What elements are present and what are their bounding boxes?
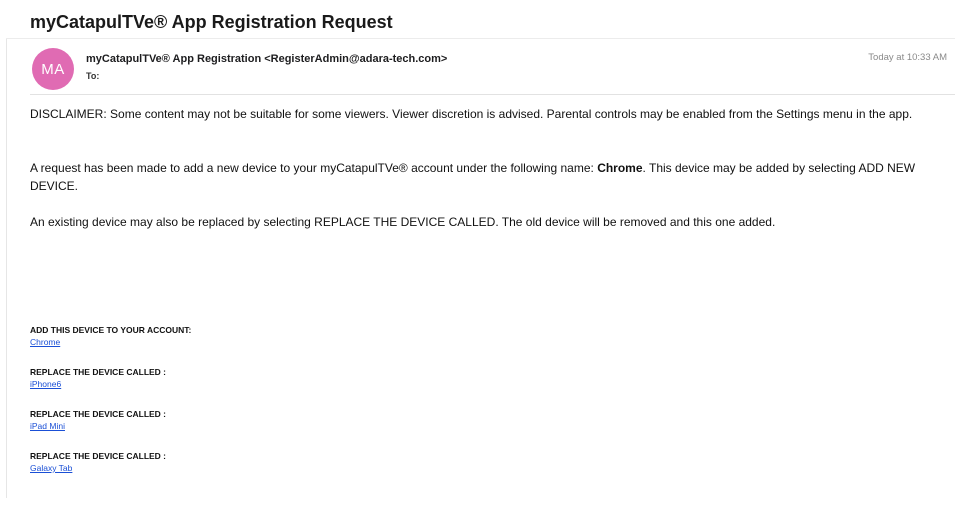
replace-device-label: REPLACE THE DEVICE CALLED : <box>30 367 167 377</box>
replace-device-section: REPLACE THE DEVICE CALLED : Galaxy Tab <box>30 450 166 474</box>
replace-paragraph: An existing device may also be replaced … <box>30 215 776 229</box>
email-timestamp: Today at 10:33 AM <box>868 52 947 63</box>
sender-avatar: MA <box>32 48 74 90</box>
avatar-initials: MA <box>41 60 65 78</box>
add-device-label: ADD THIS DEVICE TO YOUR ACCOUNT: <box>30 325 192 335</box>
header-divider <box>30 94 955 95</box>
sender-address[interactable]: myCatapulTVe® App Registration <Register… <box>86 53 447 65</box>
replace-device-label: REPLACE THE DEVICE CALLED : <box>30 451 167 461</box>
request-text-start: A request has been made to add a new dev… <box>30 161 598 175</box>
request-device-name: Chrome <box>597 161 643 175</box>
email-subject: myCatapulTVe® App Registration Request <box>30 12 393 32</box>
email-viewer: myCatapulTVe® App Registration Request M… <box>0 0 955 505</box>
add-device-link-chrome[interactable]: Chrome <box>30 336 60 348</box>
replace-device-link-iphone6[interactable]: iPhone6 <box>30 378 61 390</box>
replace-device-link-ipad-mini[interactable]: iPad Mini <box>30 420 65 432</box>
recipient-label: To: <box>86 71 100 81</box>
pane-border <box>6 38 7 498</box>
replace-device-section: REPLACE THE DEVICE CALLED : iPhone6 <box>30 366 166 390</box>
replace-device-section: REPLACE THE DEVICE CALLED : iPad Mini <box>30 408 166 432</box>
replace-device-link-galaxy-tab[interactable]: Galaxy Tab <box>30 462 72 474</box>
header-separator <box>6 38 955 39</box>
request-paragraph: A request has been made to add a new dev… <box>30 159 951 195</box>
replace-device-label: REPLACE THE DEVICE CALLED : <box>30 409 167 419</box>
disclaimer-paragraph: DISCLAIMER: Some content may not be suit… <box>30 107 913 121</box>
add-device-section: ADD THIS DEVICE TO YOUR ACCOUNT: Chrome <box>30 324 191 348</box>
